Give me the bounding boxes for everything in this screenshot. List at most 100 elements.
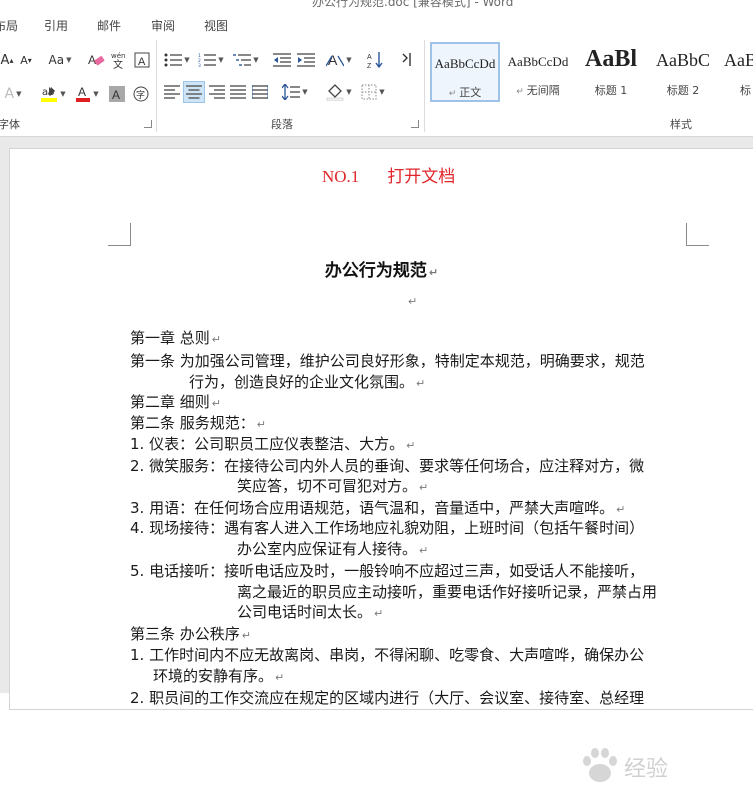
character-border-icon[interactable]: A — [132, 49, 152, 71]
grow-font-icon[interactable]: A ▴ — [0, 49, 14, 71]
styles-gallery: AaBbCcDd ↵ 正文 AaBbCcDd ↵ 无间隔 AaBl 标题 1 A… — [428, 42, 753, 106]
title-bar: 办公行为规范.doc [兼容模式] - Word — [0, 0, 753, 8]
style-sample: AaBbCcDd — [434, 56, 496, 71]
list-item[interactable]: 2. 职员间的工作交流应在规定的区域内进行（大厅、会议室、接待室、总经理 — [130, 687, 644, 708]
align-right-icon[interactable] — [207, 81, 227, 103]
tab-view[interactable]: 视图 — [204, 17, 228, 34]
tab-review[interactable]: 审阅 — [151, 17, 175, 34]
style-sample: AaBbCcDd — [507, 54, 569, 69]
paw-logo-icon — [583, 748, 617, 782]
group-divider — [156, 40, 157, 132]
svg-text:字: 字 — [136, 89, 145, 101]
svg-text:A: A — [88, 53, 96, 67]
shrink-font-icon[interactable]: A ▾ — [17, 49, 35, 71]
list-item[interactable]: 1. 仪表：公司职员工应仪表整洁、大方。 ↵ — [130, 433, 415, 454]
justify-icon[interactable] — [228, 81, 248, 103]
tab-references[interactable]: 引用 — [44, 17, 68, 34]
list-item[interactable]: 办公室内应保证有人接待。 ↵ — [237, 538, 428, 559]
enclose-characters-icon[interactable]: 字 — [131, 83, 151, 105]
svg-text:A: A — [367, 54, 372, 61]
style-name: 标题 2 — [666, 84, 700, 97]
svg-text:Z: Z — [367, 63, 372, 69]
style-name: ↵ 正文 — [448, 86, 482, 99]
svg-text:wén: wén — [111, 52, 125, 60]
watermark: 经验 — [576, 735, 736, 795]
multilevel-list-button[interactable]: ▼ — [230, 49, 262, 71]
list-item[interactable]: 离之最近的职员应主动接听，重要电话作好接听记录，严禁占用 — [237, 581, 657, 602]
margin-corner-mark — [108, 223, 131, 246]
document-area: NO.1 打开文档 办公行为规范 ↵ ↵ 第一章 总则 ↵ 第一条 为加强公司管理，维… — [0, 137, 753, 782]
font-group-label: 字体 — [0, 118, 20, 131]
annotation-text: 打开文档 — [387, 167, 456, 186]
document-page[interactable]: NO.1 打开文档 办公行为规范 ↵ ↵ 第一章 总则 ↵ 第一条 为加强公司管理，维… — [10, 149, 753, 709]
style-title[interactable]: AaB 标 — [720, 42, 753, 102]
list-item[interactable]: 2. 微笑服务：在接待公司内外人员的垂询、要求等任何场合，应注释对方，微 — [130, 455, 644, 476]
highlight-color-button[interactable]: ab ▼ — [38, 83, 68, 105]
paragraph-dialog-launcher-icon[interactable] — [411, 120, 419, 128]
tab-mailings[interactable]: 邮件 — [97, 17, 121, 34]
ribbon: A ▴ A ▾ Aa ▼ A wén 文 A A ▼ ab ▼ A ▼ A 字 字体 ▼ 12… — [0, 36, 753, 137]
font-dialog-launcher-icon[interactable] — [144, 120, 152, 128]
chinese-layout-button[interactable]: A ▼ — [324, 49, 354, 71]
change-case-label: Aa — [48, 53, 65, 67]
clear-formatting-icon[interactable]: A — [86, 49, 106, 71]
empty-paragraph[interactable]: ↵ — [406, 291, 417, 309]
styles-group-label: 样式 — [670, 118, 692, 131]
text-effects-icon[interactable]: A ▼ — [2, 83, 24, 105]
document-title[interactable]: 办公行为规范 ↵ — [10, 256, 753, 281]
style-no-spacing[interactable]: AaBbCcDd ↵ 无间隔 — [502, 42, 574, 102]
style-name: ↵ 无间隔 — [516, 84, 560, 97]
svg-text:文: 文 — [113, 58, 123, 69]
svg-text:A: A — [78, 85, 86, 99]
style-sample: AaBl — [584, 46, 637, 72]
window-title: 办公行为规范.doc [兼容模式] - Word — [312, 0, 514, 8]
list-item[interactable]: 1. 工作时间内不应无故离岗、串岗，不得闲聊、吃零食、大声喧哗，确保办公 — [130, 644, 644, 665]
list-item[interactable]: 5. 电话接听：接听电话应及时，一般铃响不应超过三声，如受话人不能接听， — [130, 560, 644, 581]
list-item[interactable]: 公司电话时间太长。 ↵ — [237, 601, 383, 622]
shading-button[interactable]: ▼ — [323, 81, 355, 103]
borders-button[interactable]: ▼ — [358, 81, 388, 103]
style-sample: AaBbC — [656, 50, 710, 70]
tab-layout[interactable]: 布局 — [0, 17, 18, 34]
decrease-indent-icon[interactable] — [272, 49, 292, 71]
step-annotation: NO.1 打开文档 — [322, 162, 455, 187]
svg-text:3: 3 — [198, 63, 201, 67]
increase-indent-icon[interactable] — [296, 49, 316, 71]
change-case-button[interactable]: Aa ▼ — [44, 49, 76, 71]
list-item[interactable]: 4. 现场接待：遇有客人进入工作场地应礼貌劝阻，上班时间（包括午餐时间） — [130, 517, 644, 538]
font-color-button[interactable]: A ▼ — [73, 83, 101, 105]
bullets-button[interactable]: ▼ — [163, 49, 191, 71]
style-heading-2[interactable]: AaBbC 标题 2 — [648, 42, 718, 102]
watermark-text: 经验 — [624, 757, 669, 782]
character-shading-icon[interactable]: A — [108, 83, 126, 105]
sort-icon[interactable]: AZ — [365, 49, 387, 71]
paragraph[interactable]: 第二条 服务规范： ↵ — [130, 412, 266, 433]
style-name: 标 — [740, 84, 751, 97]
line-spacing-button[interactable]: ▼ — [279, 81, 311, 103]
paragraph[interactable]: 第一条 为加强公司管理，维护公司良好形象，特制定本规范，明确要求，规范 — [130, 350, 645, 371]
paragraph[interactable]: 行为，创造良好的企业文化氛围。 ↵ — [189, 371, 425, 392]
style-name: 标题 1 — [594, 84, 628, 97]
margin-corner-mark — [686, 223, 709, 246]
list-item[interactable]: 环境的安静有序。 ↵ — [153, 665, 284, 686]
paragraph[interactable]: 第三条 办公秩序 ↵ — [130, 623, 251, 644]
paragraph[interactable]: 第二章 细则 ↵ — [130, 391, 221, 412]
style-heading-1[interactable]: AaBl 标题 1 — [576, 42, 646, 102]
list-item[interactable]: 笑应答，切不可冒犯对方。 ↵ — [237, 475, 428, 496]
show-paragraph-marks-icon[interactable] — [398, 49, 416, 71]
group-divider — [424, 40, 425, 132]
svg-text:A: A — [112, 88, 120, 102]
align-left-icon[interactable] — [162, 81, 182, 103]
phonetic-guide-icon[interactable]: wén 文 — [108, 49, 130, 71]
style-sample: AaB — [724, 50, 753, 70]
annotation-step: NO.1 — [322, 167, 360, 186]
numbering-button[interactable]: 1 2 3 ▼ — [196, 49, 226, 71]
list-item[interactable]: 3. 用语：在任何场合应用语规范，语气温和，音量适中，严禁大声喧哗。 ↵ — [130, 497, 625, 518]
align-center-icon[interactable] — [183, 81, 205, 103]
paragraph-group-label: 段落 — [271, 118, 293, 131]
distributed-icon[interactable] — [250, 81, 270, 103]
paragraph[interactable]: 第一章 总则 ↵ — [130, 327, 221, 348]
ribbon-tabs: 布局 引用 邮件 审阅 视图 — [0, 8, 753, 36]
svg-text:A: A — [138, 56, 146, 68]
style-normal[interactable]: AaBbCcDd ↵ 正文 — [430, 42, 500, 102]
